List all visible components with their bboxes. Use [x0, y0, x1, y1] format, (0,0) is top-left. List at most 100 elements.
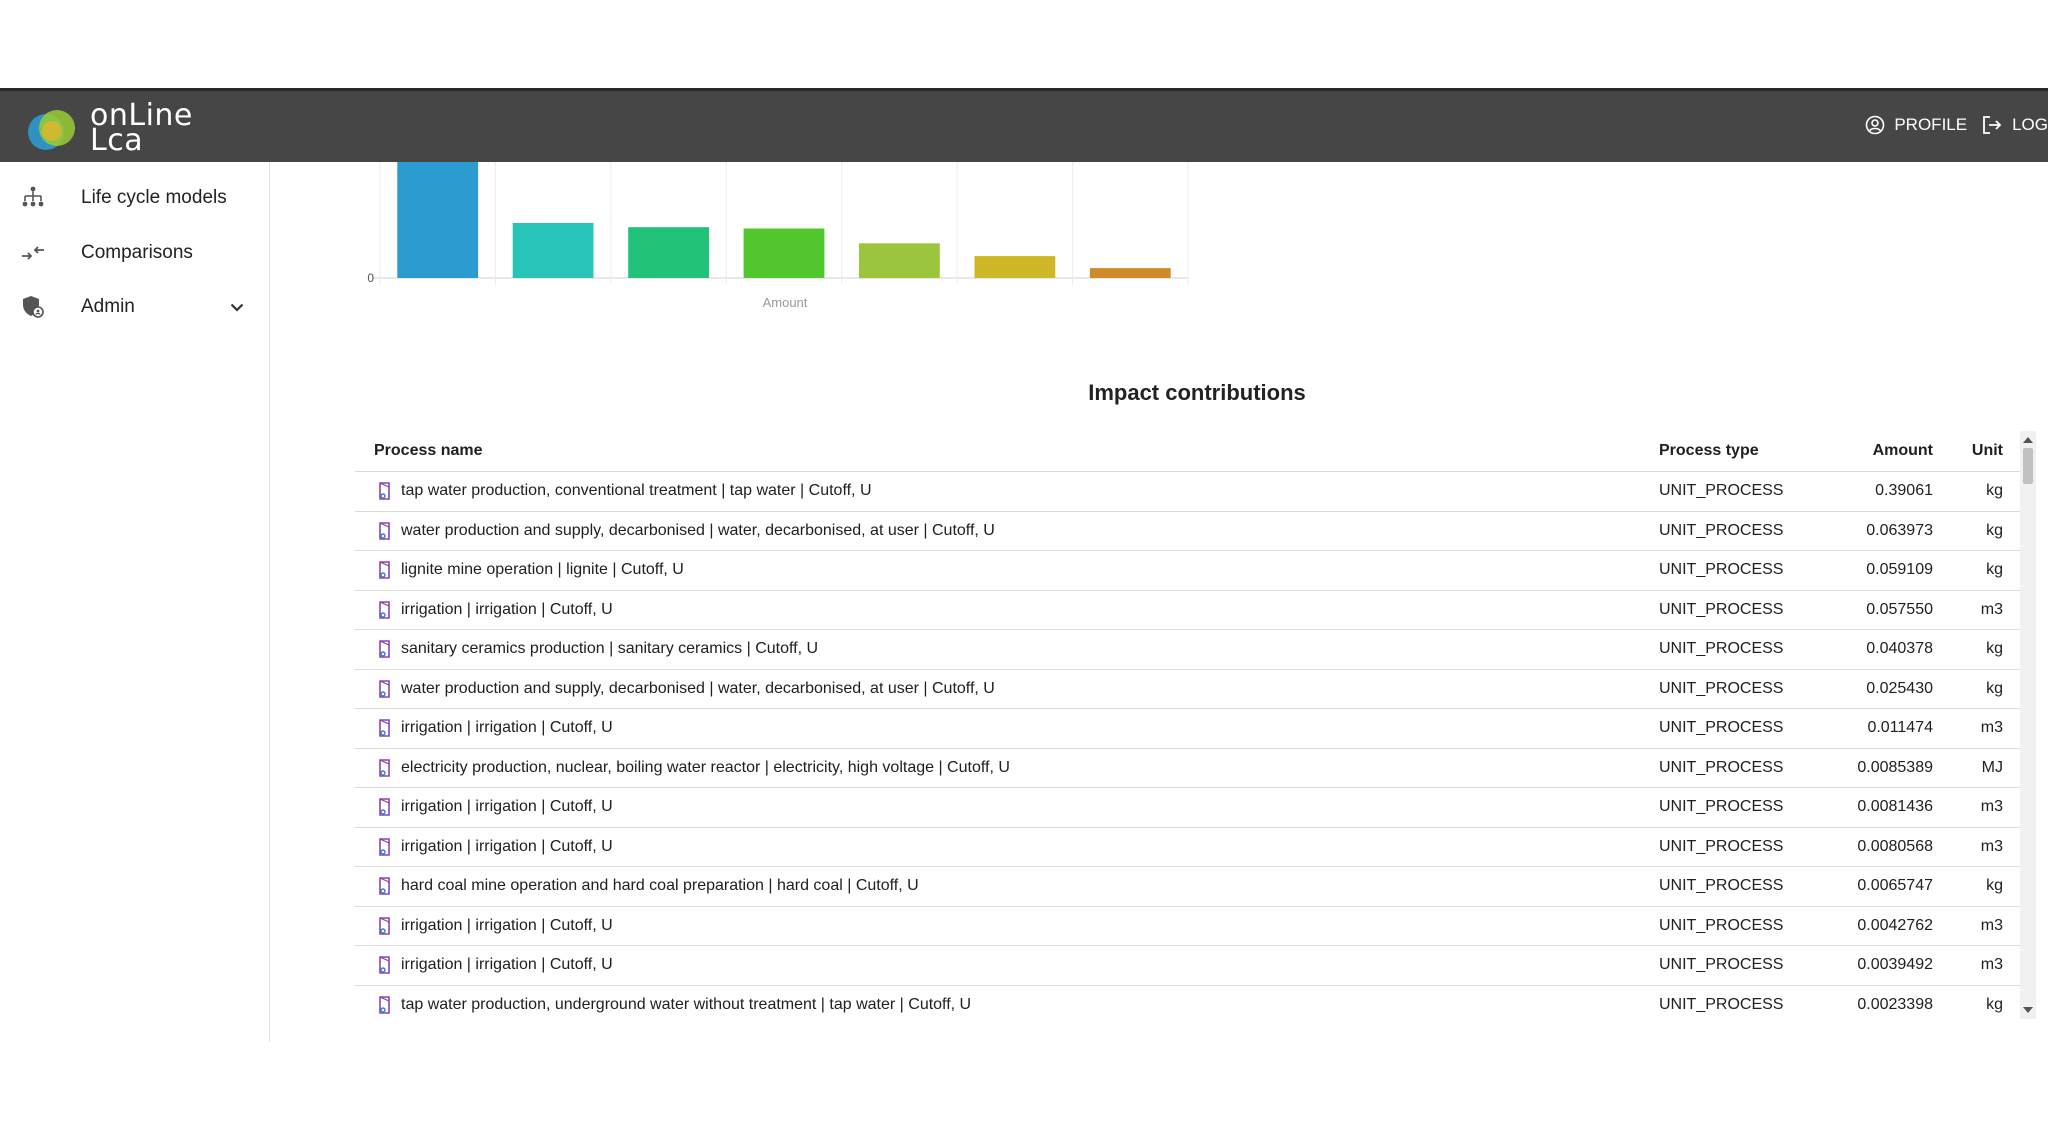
online-lca-logo[interactable]: onLine Lca: [26, 98, 196, 158]
table-row[interactable]: lignite mine operation | lignite | Cutof…: [355, 550, 2023, 591]
top-app-bar: onLine Lca PROFILE LOG: [0, 88, 2048, 162]
process-name-link[interactable]: tap water production, underground water …: [401, 996, 971, 1013]
process-icon[interactable]: [377, 481, 393, 501]
scroll-up-arrow-icon[interactable]: [2023, 437, 2033, 443]
process-icon[interactable]: [377, 679, 393, 699]
sidebar-item-admin[interactable]: Admin: [0, 282, 270, 332]
column-header-process-name[interactable]: Process name: [355, 431, 1659, 472]
cell-process-type: UNIT_PROCESS: [1659, 985, 1819, 1019]
logo-text: onLine Lca: [90, 101, 193, 156]
table-row[interactable]: electricity production, nuclear, boiling…: [355, 748, 2023, 788]
table-row[interactable]: irrigation | irrigation | Cutoff, U UNIT_…: [355, 590, 2023, 630]
chart-svg: 0 Amount: [367, 162, 1189, 310]
chart-bar[interactable]: [512, 223, 594, 278]
process-name-link[interactable]: tap water production, conventional treat…: [401, 482, 872, 499]
table-row[interactable]: irrigation | irrigation | Cutoff, U UNIT_…: [355, 945, 2023, 986]
cell-amount: 0.059109: [1819, 550, 1939, 591]
x-axis-label: Amount: [763, 295, 808, 310]
table-row[interactable]: water production and supply, decarbonise…: [355, 511, 2023, 551]
chart-bars: [397, 162, 1171, 279]
chart-bar[interactable]: [397, 162, 479, 278]
table-row[interactable]: hard coal mine operation and hard coal p…: [355, 866, 2023, 907]
cell-process-type: UNIT_PROCESS: [1659, 866, 1819, 907]
process-name-link[interactable]: irrigation | irrigation | Cutoff, U: [401, 956, 613, 973]
process-name-link[interactable]: irrigation | irrigation | Cutoff, U: [401, 798, 613, 815]
process-name-link[interactable]: water production and supply, decarbonise…: [401, 522, 995, 539]
cell-process-type: UNIT_PROCESS: [1659, 471, 1819, 512]
column-header-unit[interactable]: Unit: [1939, 431, 2023, 472]
impact-contributions-title: Impact contributions: [1088, 380, 1306, 405]
column-header-amount[interactable]: Amount: [1819, 431, 1939, 472]
cell-unit: m3: [1939, 945, 2023, 986]
process-icon[interactable]: [377, 955, 393, 975]
process-name-link[interactable]: irrigation | irrigation | Cutoff, U: [401, 719, 613, 736]
impact-table: Process name Process type Amount Unit ta…: [355, 431, 2023, 1019]
process-name-link[interactable]: electricity production, nuclear, boiling…: [401, 759, 1010, 776]
profile-button[interactable]: PROFILE: [1865, 115, 1967, 135]
cell-unit: kg: [1939, 550, 2023, 591]
cell-amount: 0.0080568: [1819, 827, 1939, 867]
process-icon[interactable]: [377, 797, 393, 817]
process-icon[interactable]: [377, 560, 393, 580]
cell-amount: 0.0039492: [1819, 945, 1939, 986]
chart-bar[interactable]: [743, 228, 825, 279]
cell-process-type: UNIT_PROCESS: [1659, 511, 1819, 551]
process-icon[interactable]: [377, 600, 393, 620]
cell-unit: kg: [1939, 669, 2023, 709]
chart-bar[interactable]: [974, 256, 1056, 278]
scroll-down-arrow-icon[interactable]: [2023, 1007, 2033, 1013]
chart-bar[interactable]: [859, 243, 940, 278]
process-icon[interactable]: [377, 995, 393, 1015]
table-row[interactable]: irrigation | irrigation | Cutoff, U UNIT_…: [355, 906, 2023, 946]
process-name-link[interactable]: irrigation | irrigation | Cutoff, U: [401, 917, 613, 934]
cell-unit: m3: [1939, 590, 2023, 630]
cell-amount: 0.011474: [1819, 708, 1939, 749]
process-icon[interactable]: [377, 758, 393, 778]
chart-bar[interactable]: [1089, 268, 1171, 278]
process-name-link[interactable]: lignite mine operation | lignite | Cutof…: [401, 561, 684, 578]
table-row[interactable]: irrigation | irrigation | Cutoff, U UNIT_…: [355, 787, 2023, 828]
cell-unit: kg: [1939, 985, 2023, 1019]
chart-bar[interactable]: [628, 227, 709, 278]
process-name-link[interactable]: water production and supply, decarbonise…: [401, 680, 995, 697]
cell-process-type: UNIT_PROCESS: [1659, 906, 1819, 946]
cell-unit: kg: [1939, 511, 2023, 551]
cell-unit: MJ: [1939, 748, 2023, 788]
sidebar-item-label: Life cycle models: [81, 187, 227, 208]
process-icon[interactable]: [377, 521, 393, 541]
sidebar: Life cycle models Comparisons Admin: [0, 162, 270, 1042]
process-name-link[interactable]: hard coal mine operation and hard coal p…: [401, 877, 919, 894]
cell-unit: kg: [1939, 866, 2023, 907]
cell-process-name: irrigation | irrigation | Cutoff, U: [355, 787, 1659, 828]
process-icon[interactable]: [377, 718, 393, 738]
scrollbar-thumb[interactable]: [2023, 448, 2033, 484]
compare-arrows-icon: [22, 246, 44, 260]
logo-circles-icon: [28, 110, 75, 150]
process-name-link[interactable]: irrigation | irrigation | Cutoff, U: [401, 838, 613, 855]
table-row[interactable]: irrigation | irrigation | Cutoff, U UNIT_…: [355, 708, 2023, 749]
process-name-link[interactable]: irrigation | irrigation | Cutoff, U: [401, 601, 613, 618]
sidebar-item-comparisons[interactable]: Comparisons: [0, 228, 270, 278]
table-row[interactable]: irrigation | irrigation | Cutoff, U UNIT_…: [355, 827, 2023, 867]
logout-button[interactable]: LOG: [1981, 115, 2048, 135]
sidebar-item-label: Admin: [81, 296, 135, 317]
column-header-process-type[interactable]: Process type: [1659, 431, 1819, 472]
table-row[interactable]: tap water production, conventional treat…: [355, 471, 2023, 512]
process-icon[interactable]: [377, 876, 393, 896]
process-icon[interactable]: [377, 639, 393, 659]
table-row[interactable]: tap water production, underground water …: [355, 985, 2023, 1019]
table-row[interactable]: water production and supply, decarbonise…: [355, 669, 2023, 709]
cell-process-type: UNIT_PROCESS: [1659, 945, 1819, 986]
cell-process-type: UNIT_PROCESS: [1659, 827, 1819, 867]
chevron-down-icon[interactable]: [228, 298, 246, 316]
cell-process-name: hard coal mine operation and hard coal p…: [355, 866, 1659, 907]
process-icon[interactable]: [377, 837, 393, 857]
sidebar-item-life-cycle-models[interactable]: Life cycle models: [0, 173, 270, 223]
process-icon[interactable]: [377, 916, 393, 936]
table-scrollbar[interactable]: [2020, 431, 2036, 1019]
sitemap-icon: [22, 186, 44, 207]
table-row[interactable]: sanitary ceramics production | sanitary …: [355, 629, 2023, 670]
cell-process-name: irrigation | irrigation | Cutoff, U: [355, 708, 1659, 749]
process-name-link[interactable]: sanitary ceramics production | sanitary …: [401, 640, 818, 657]
cell-amount: 0.063973: [1819, 511, 1939, 551]
